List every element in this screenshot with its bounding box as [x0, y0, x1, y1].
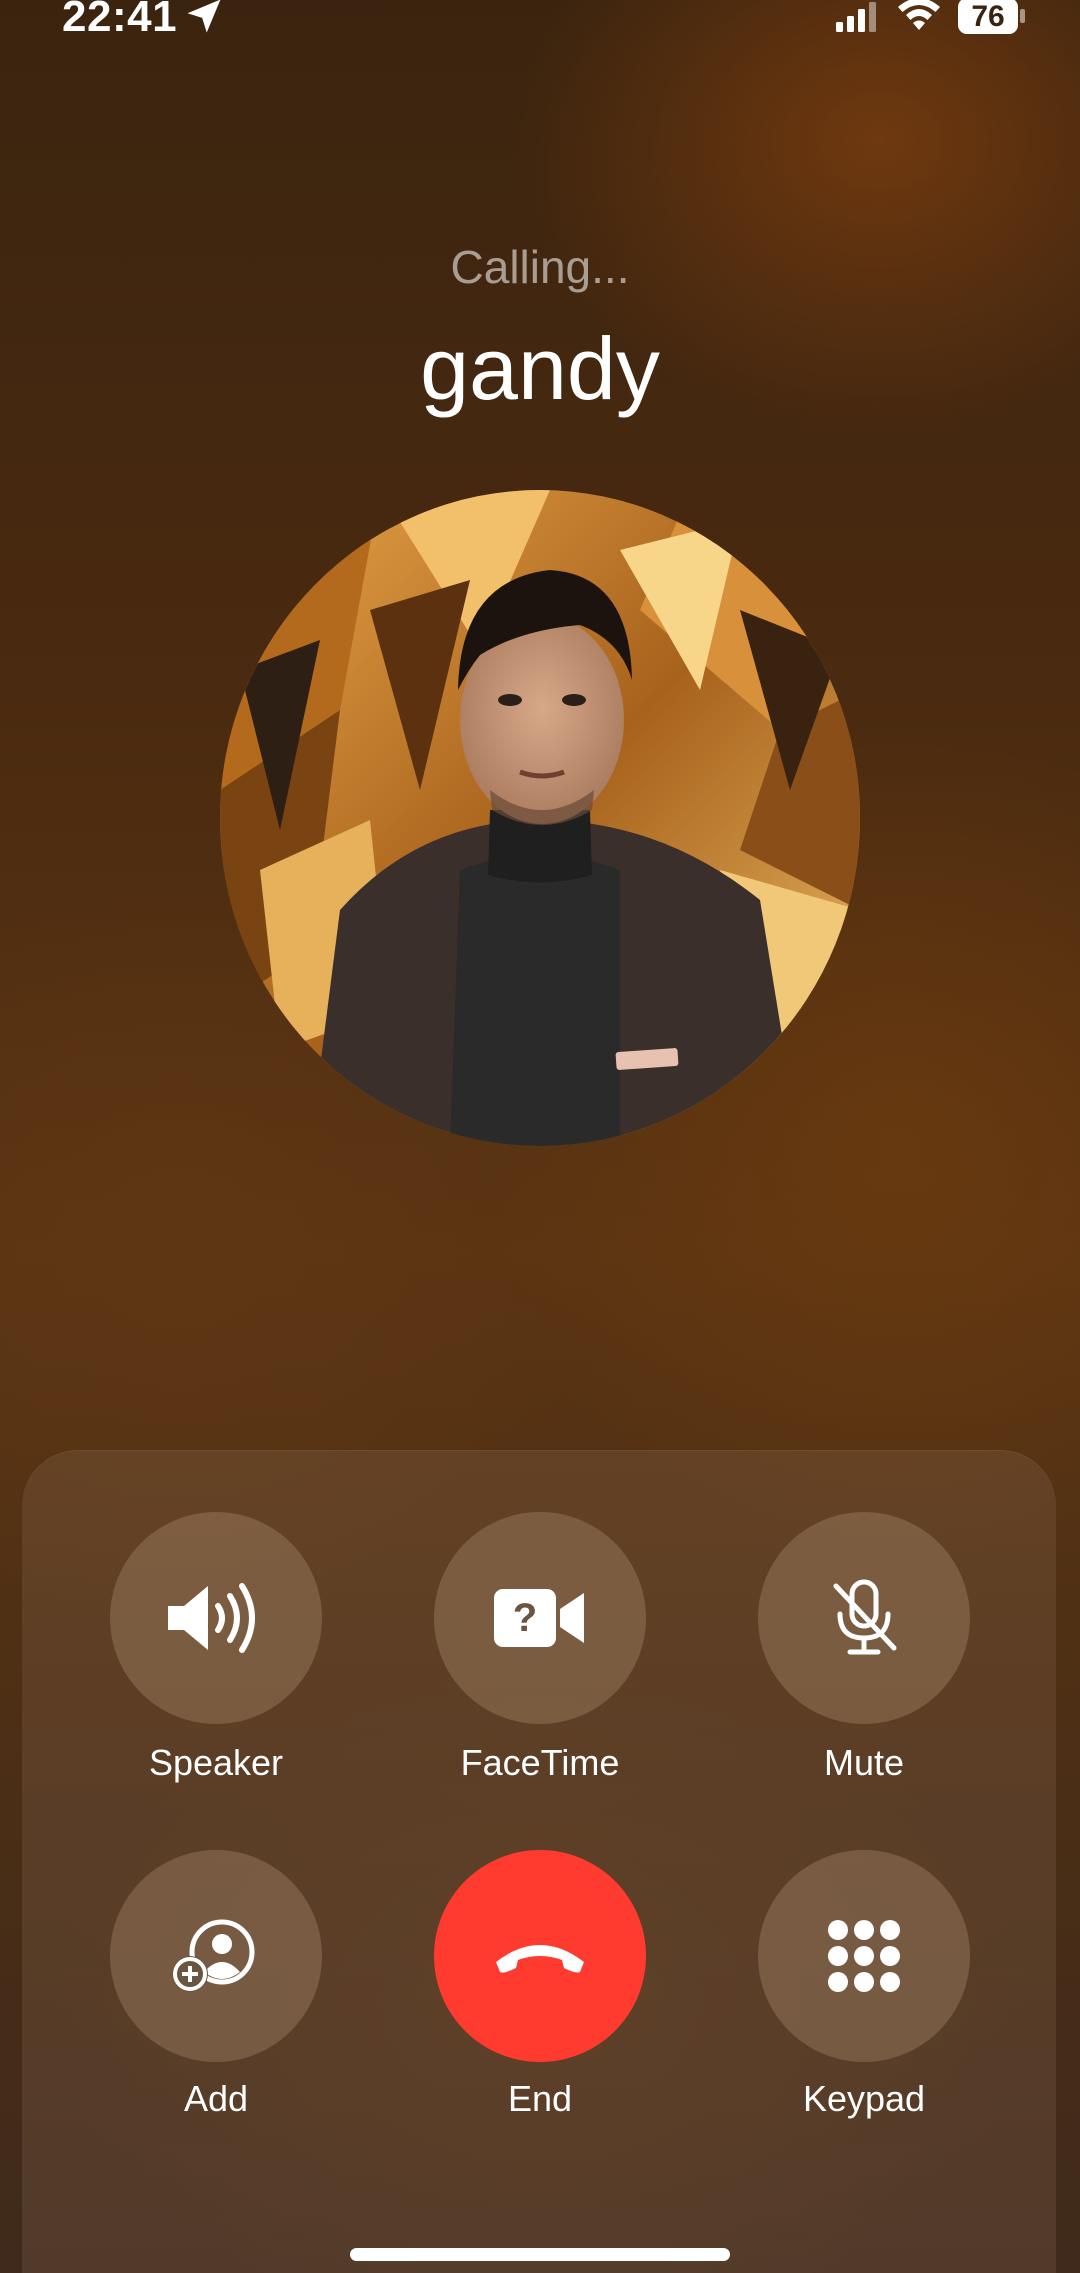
- keypad-icon: [828, 1920, 900, 1992]
- status-time: 22:41: [62, 0, 178, 41]
- location-arrow-icon: [187, 0, 221, 33]
- wifi-icon: [898, 0, 940, 30]
- speaker-label: Speaker: [148, 1742, 284, 1783]
- facetime-unavailable-icon: ?: [494, 1589, 584, 1647]
- end-label: End: [507, 2078, 573, 2119]
- speaker-button[interactable]: [110, 1512, 322, 1724]
- svg-text:?: ?: [513, 1596, 537, 1640]
- add-call-button[interactable]: [110, 1850, 322, 2062]
- end-call-icon: [496, 1945, 584, 1973]
- end-call-button[interactable]: [434, 1850, 646, 2062]
- battery-percentage: 76: [971, 0, 1005, 33]
- home-indicator[interactable]: [350, 2248, 730, 2261]
- caller-name: gandy: [420, 319, 660, 418]
- signal-icon: [836, 2, 876, 32]
- add-contact-icon: [172, 1919, 255, 1992]
- mic-off-icon: [833, 1579, 897, 1655]
- mute-button[interactable]: [758, 1512, 970, 1724]
- keypad-button[interactable]: [758, 1850, 970, 2062]
- call-status: Calling...: [450, 241, 630, 293]
- contact-avatar: [220, 490, 860, 1146]
- keypad-label: Keypad: [802, 2078, 926, 2119]
- speaker-icon: [168, 1583, 255, 1653]
- add-label: Add: [183, 2078, 249, 2119]
- contact-photo: [220, 490, 860, 1146]
- status-bar: 22:41 76: [0, 0, 1080, 60]
- facetime-label: FaceTime: [460, 1742, 620, 1783]
- facetime-button[interactable]: ?: [434, 1512, 646, 1724]
- mute-label: Mute: [823, 1742, 905, 1783]
